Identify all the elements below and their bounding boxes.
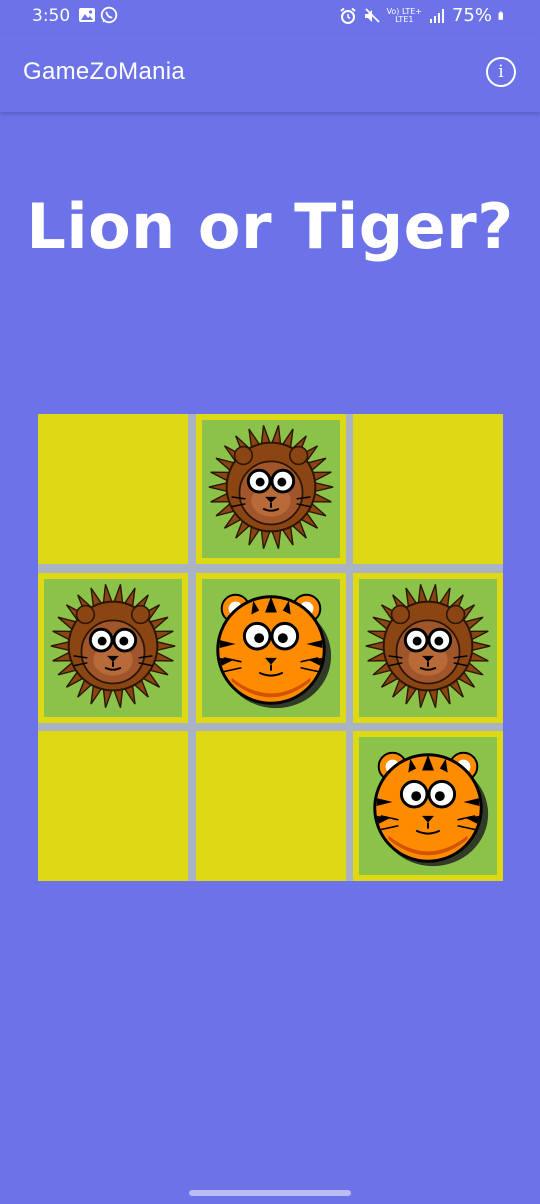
signal-icon [429, 8, 444, 23]
board-cell-r3c3[interactable] [353, 731, 503, 881]
board-cell-r2c1[interactable] [38, 572, 188, 723]
app-title: GameZoMania [23, 58, 186, 85]
status-left-icons [78, 6, 118, 24]
cell-piece-container [44, 578, 182, 717]
network-bottom-label: LTE1 [395, 14, 414, 24]
cell-piece-container [201, 578, 340, 717]
status-time: 3:50 [32, 6, 71, 26]
lion-icon [365, 583, 491, 708]
alarm-icon [339, 7, 356, 24]
status-bar: 3:50 Vo) LTE+ LTE1 75% [0, 0, 540, 34]
board-cell-r1c2[interactable] [195, 414, 346, 564]
game-heading: Lion or Tiger? [26, 190, 514, 263]
mute-icon [364, 7, 380, 23]
lion-icon [208, 425, 333, 549]
board-cell-r3c2[interactable] [195, 731, 346, 881]
info-icon: i [498, 62, 504, 82]
battery-percentage: 75% [451, 5, 492, 26]
cell-piece-container [359, 737, 497, 875]
cell-piece-container [359, 578, 497, 717]
cell-piece-container [201, 420, 340, 558]
app-bar: GameZoMania i [0, 34, 540, 112]
board-cell-r2c2[interactable] [195, 572, 346, 723]
board-cell-r3c1[interactable] [38, 731, 188, 881]
tiger-icon [215, 593, 331, 708]
tiger-icon [373, 751, 489, 867]
status-right-icons: Vo) LTE+ LTE1 75% [339, 5, 508, 26]
lion-icon [50, 583, 176, 708]
game-board [38, 414, 503, 881]
info-button[interactable]: i [486, 57, 516, 87]
gesture-nav-handle[interactable] [189, 1190, 351, 1196]
board-cell-r1c3[interactable] [353, 414, 503, 564]
board-cell-r1c1[interactable] [38, 414, 188, 564]
network-indicator: Vo) LTE+ LTE1 [387, 7, 422, 24]
battery-icon [498, 11, 503, 20]
whatsapp-icon [100, 6, 118, 24]
board-cell-r2c3[interactable] [353, 572, 503, 723]
gallery-icon [79, 8, 95, 22]
